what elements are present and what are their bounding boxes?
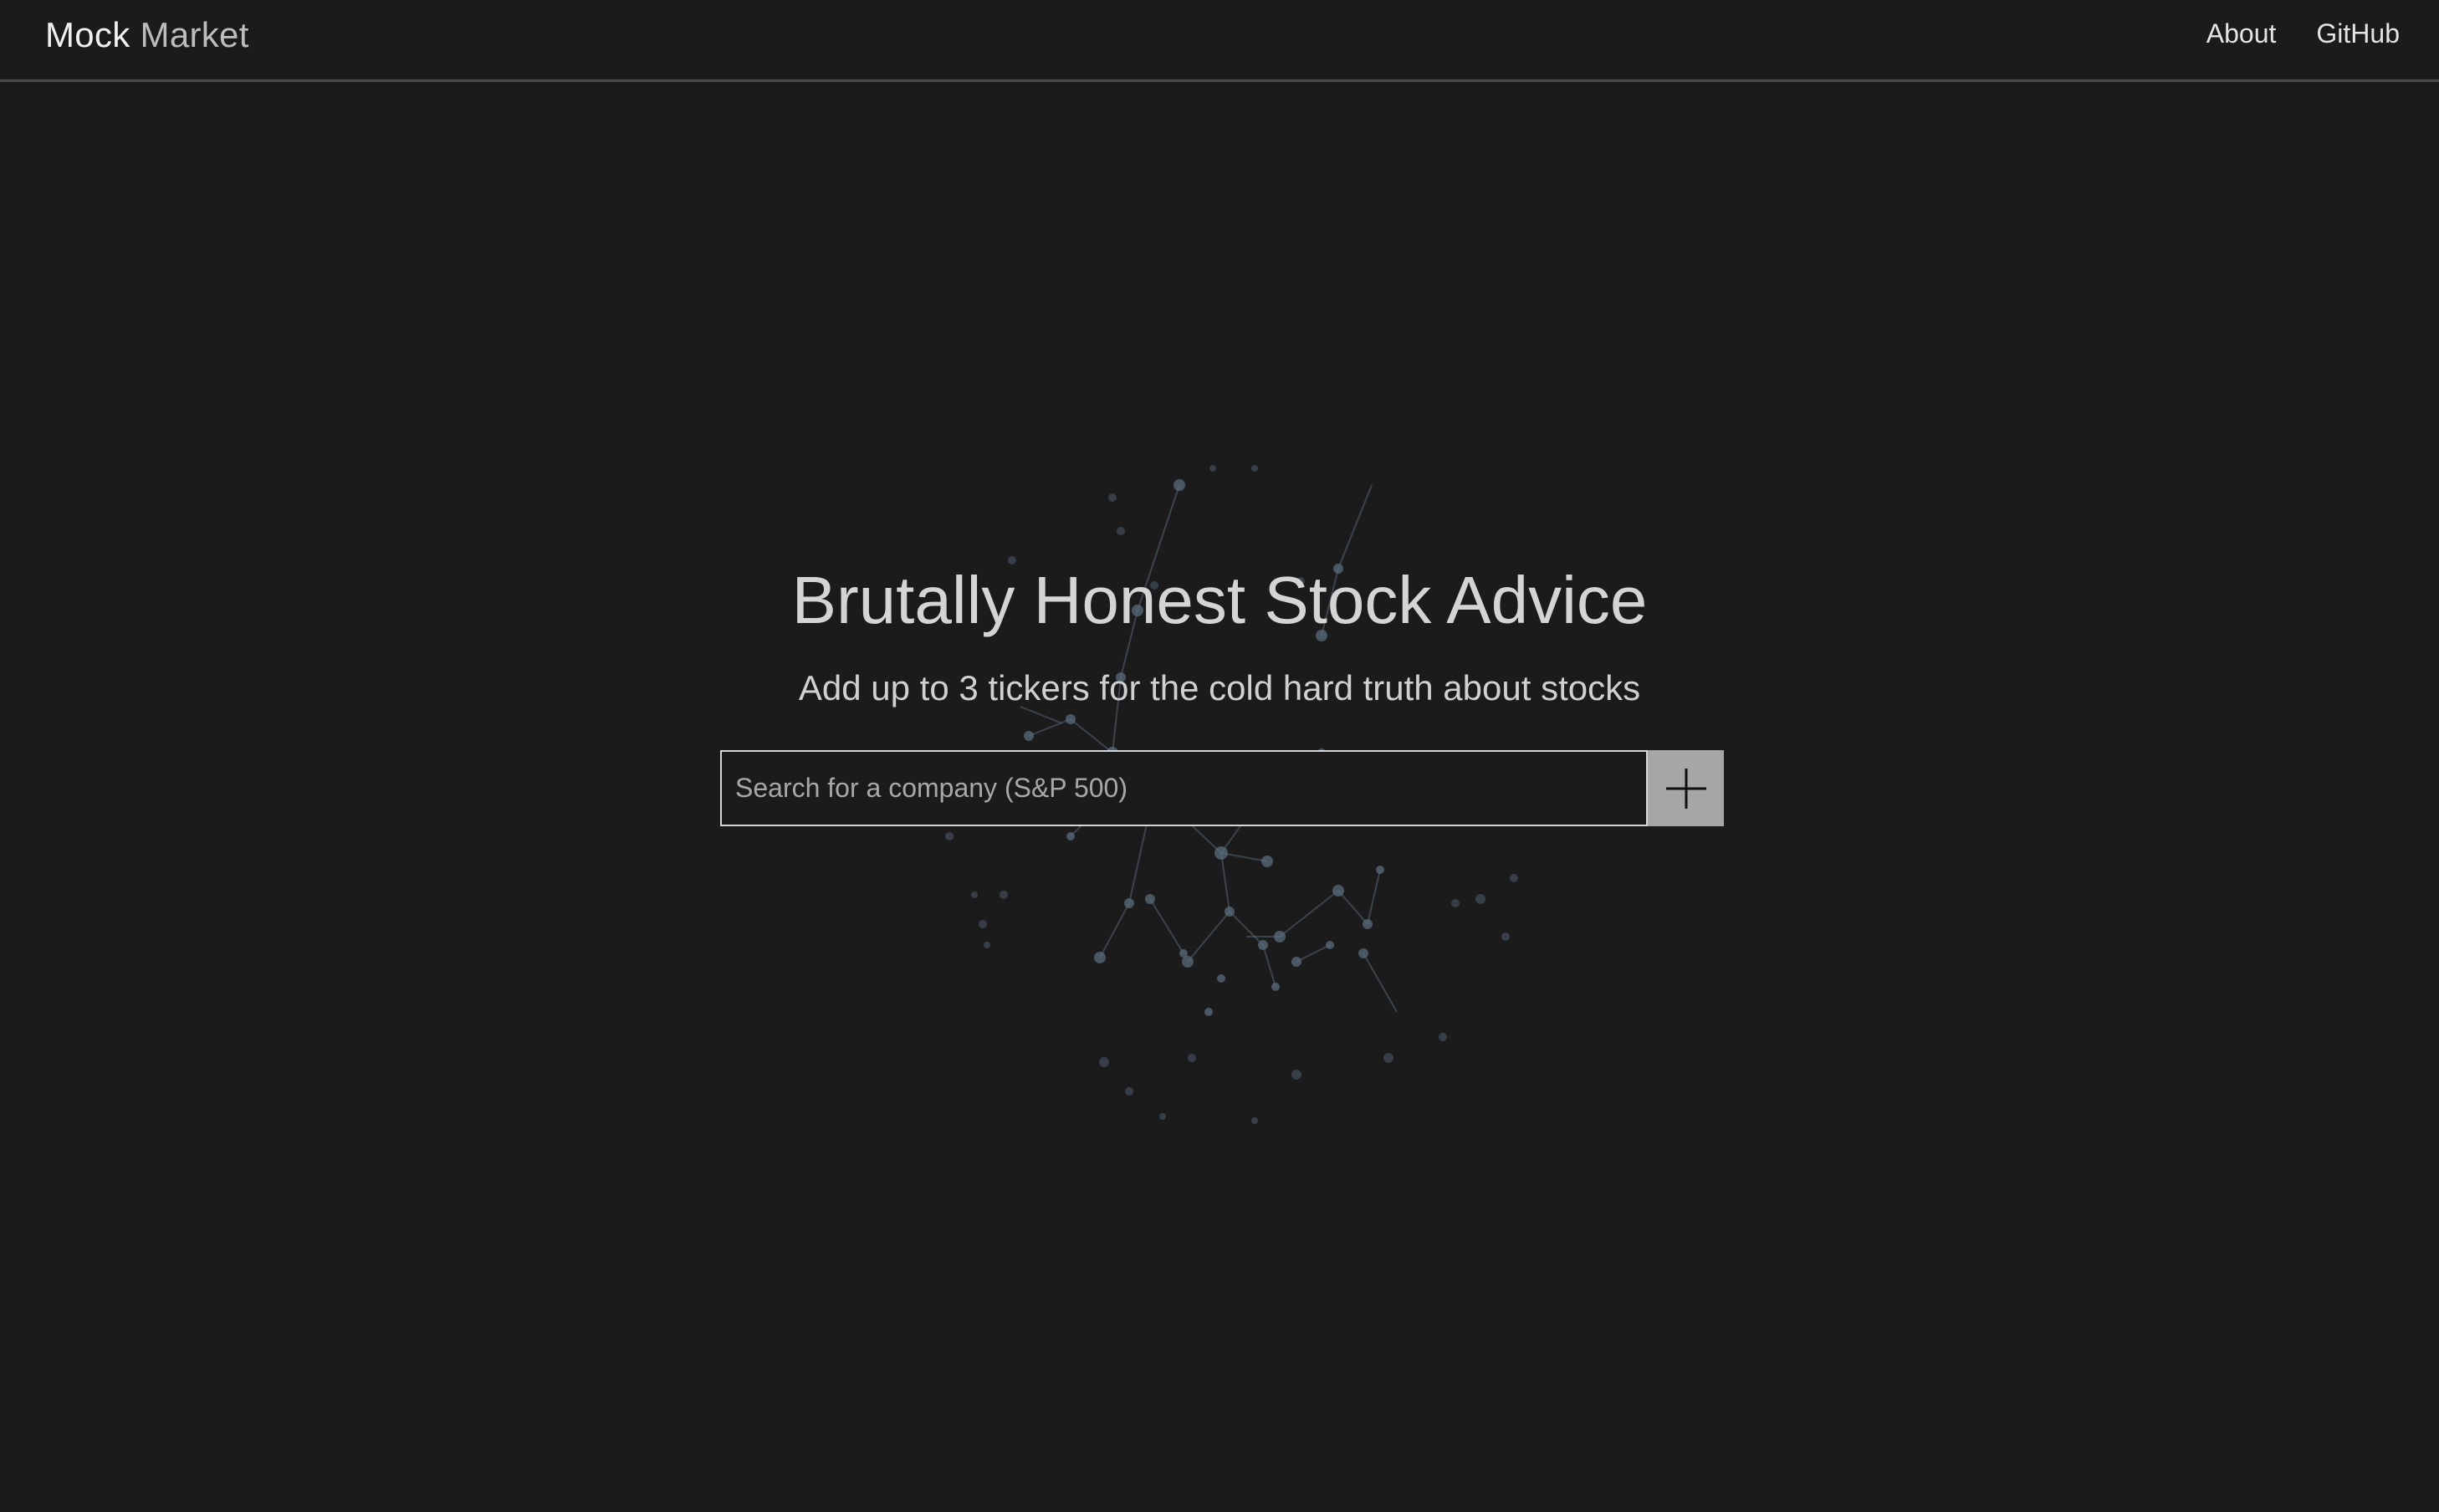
nav-links: About GitHub [2206,17,2400,50]
brand-primary: Mock [45,15,130,54]
brand-secondary: Market [140,15,249,54]
brand-logo[interactable]: Mock Market [45,15,249,55]
nav-link-github[interactable]: GitHub [2316,17,2400,50]
search-bar [720,750,1724,826]
nav-link-about[interactable]: About [2206,17,2277,50]
plus-icon [1665,768,1706,809]
navbar: Mock Market About GitHub [0,0,2439,82]
page-title: Brutally Honest Stock Advice [791,563,1648,637]
page-subtitle: Add up to 3 tickers for the cold hard tr… [798,668,1641,707]
search-input[interactable] [720,750,1648,826]
add-ticker-button[interactable] [1648,750,1724,826]
